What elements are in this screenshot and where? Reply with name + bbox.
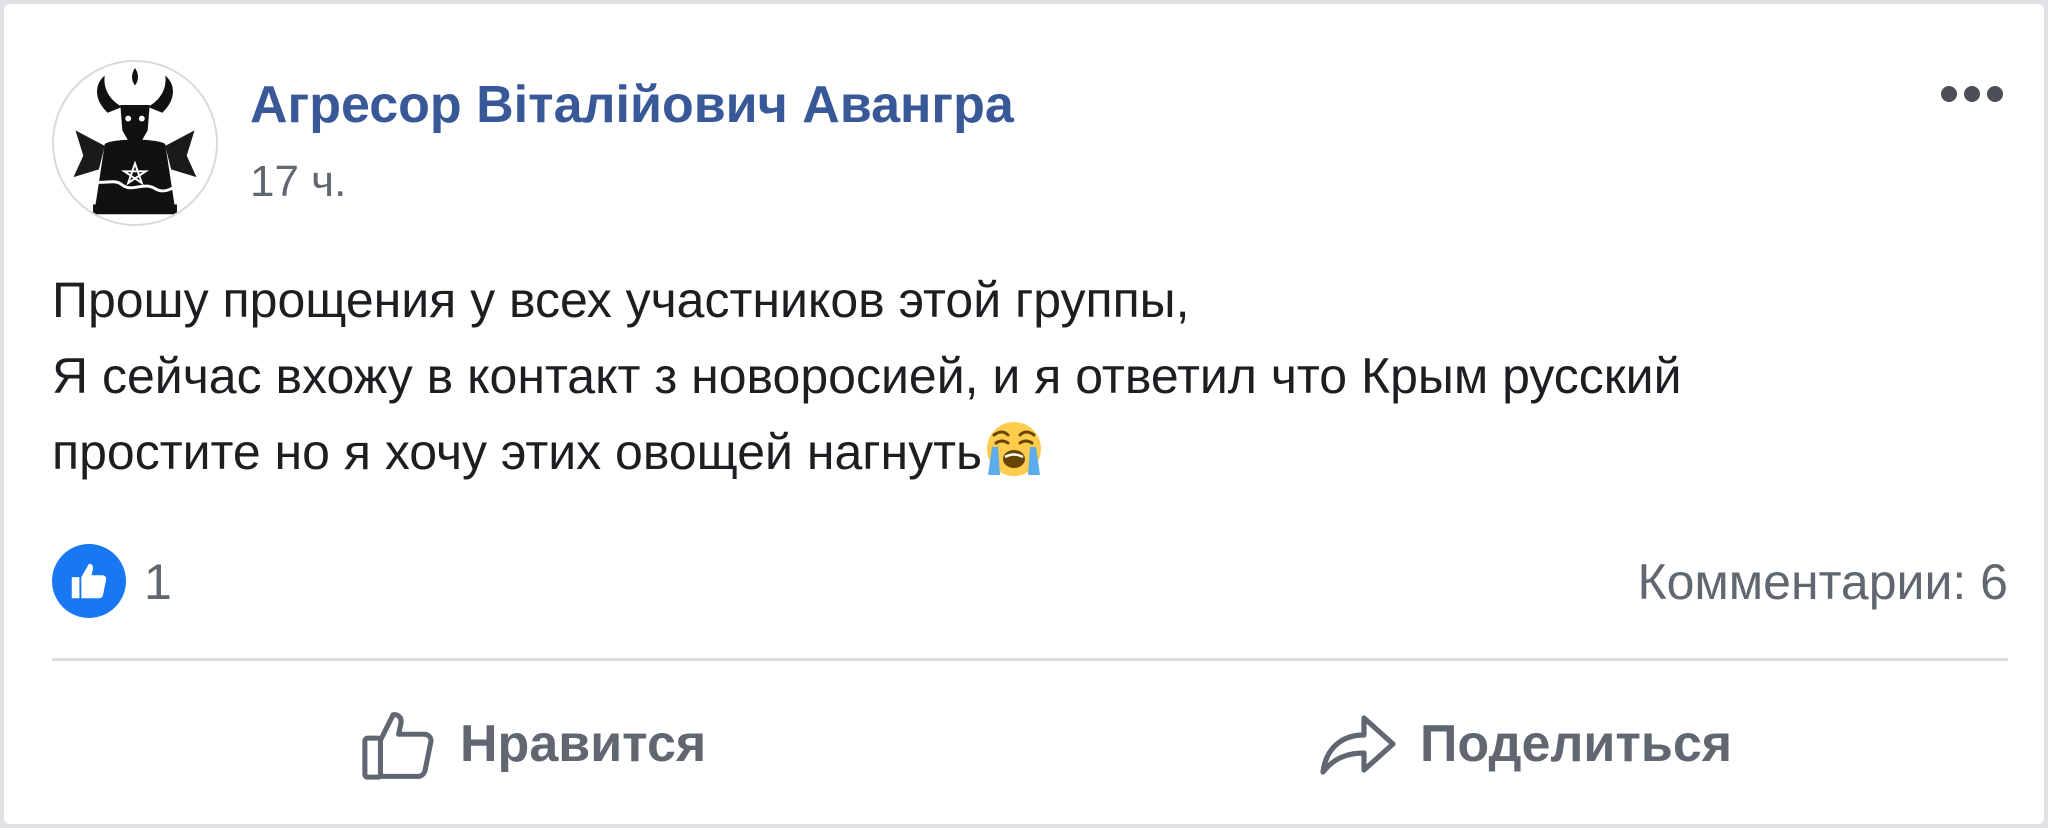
post-text-line-content: простите но я хочу этих овощей нагнуть bbox=[52, 424, 983, 480]
like-button-label: Нравится bbox=[460, 715, 707, 773]
share-arrow-icon bbox=[1320, 715, 1396, 775]
post-text-line: Прошу прощения у всех участников этой гр… bbox=[52, 272, 1190, 328]
share-button[interactable]: Поделиться bbox=[1318, 704, 1732, 784]
like-button[interactable]: Нравится bbox=[360, 704, 706, 784]
more-dot-icon bbox=[1987, 86, 2003, 102]
post-text: Прошу прощения у всех участников этой гр… bbox=[52, 262, 2002, 490]
post-timestamp[interactable]: 17 ч. bbox=[250, 154, 346, 210]
goat-figure-avatar-image bbox=[54, 62, 216, 224]
share-button-label: Поделиться bbox=[1420, 715, 1733, 773]
more-dot-icon bbox=[1941, 86, 1957, 102]
author-name[interactable]: Агресор Віталійович Авангра bbox=[250, 72, 1014, 138]
like-reaction-icon[interactable] bbox=[52, 544, 126, 618]
actions-divider bbox=[52, 658, 2008, 661]
like-count[interactable]: 1 bbox=[144, 552, 172, 612]
comments-count-link[interactable]: Комментарии: 6 bbox=[1637, 552, 2008, 612]
post-text-line: простите но я хочу этих овощей нагнуть bbox=[52, 414, 2002, 490]
thumbs-up-icon bbox=[362, 712, 434, 780]
loudly-crying-face-icon bbox=[984, 419, 1044, 479]
post-text-line: Я сейчас вхожу в контакт з новоросией, и… bbox=[52, 348, 1682, 404]
more-dot-icon bbox=[1964, 86, 1980, 102]
author-avatar[interactable] bbox=[52, 60, 218, 226]
post-card: Агресор Віталійович Авангра 17 ч. Прошу … bbox=[4, 4, 2044, 824]
more-options-button[interactable] bbox=[1932, 66, 2012, 122]
